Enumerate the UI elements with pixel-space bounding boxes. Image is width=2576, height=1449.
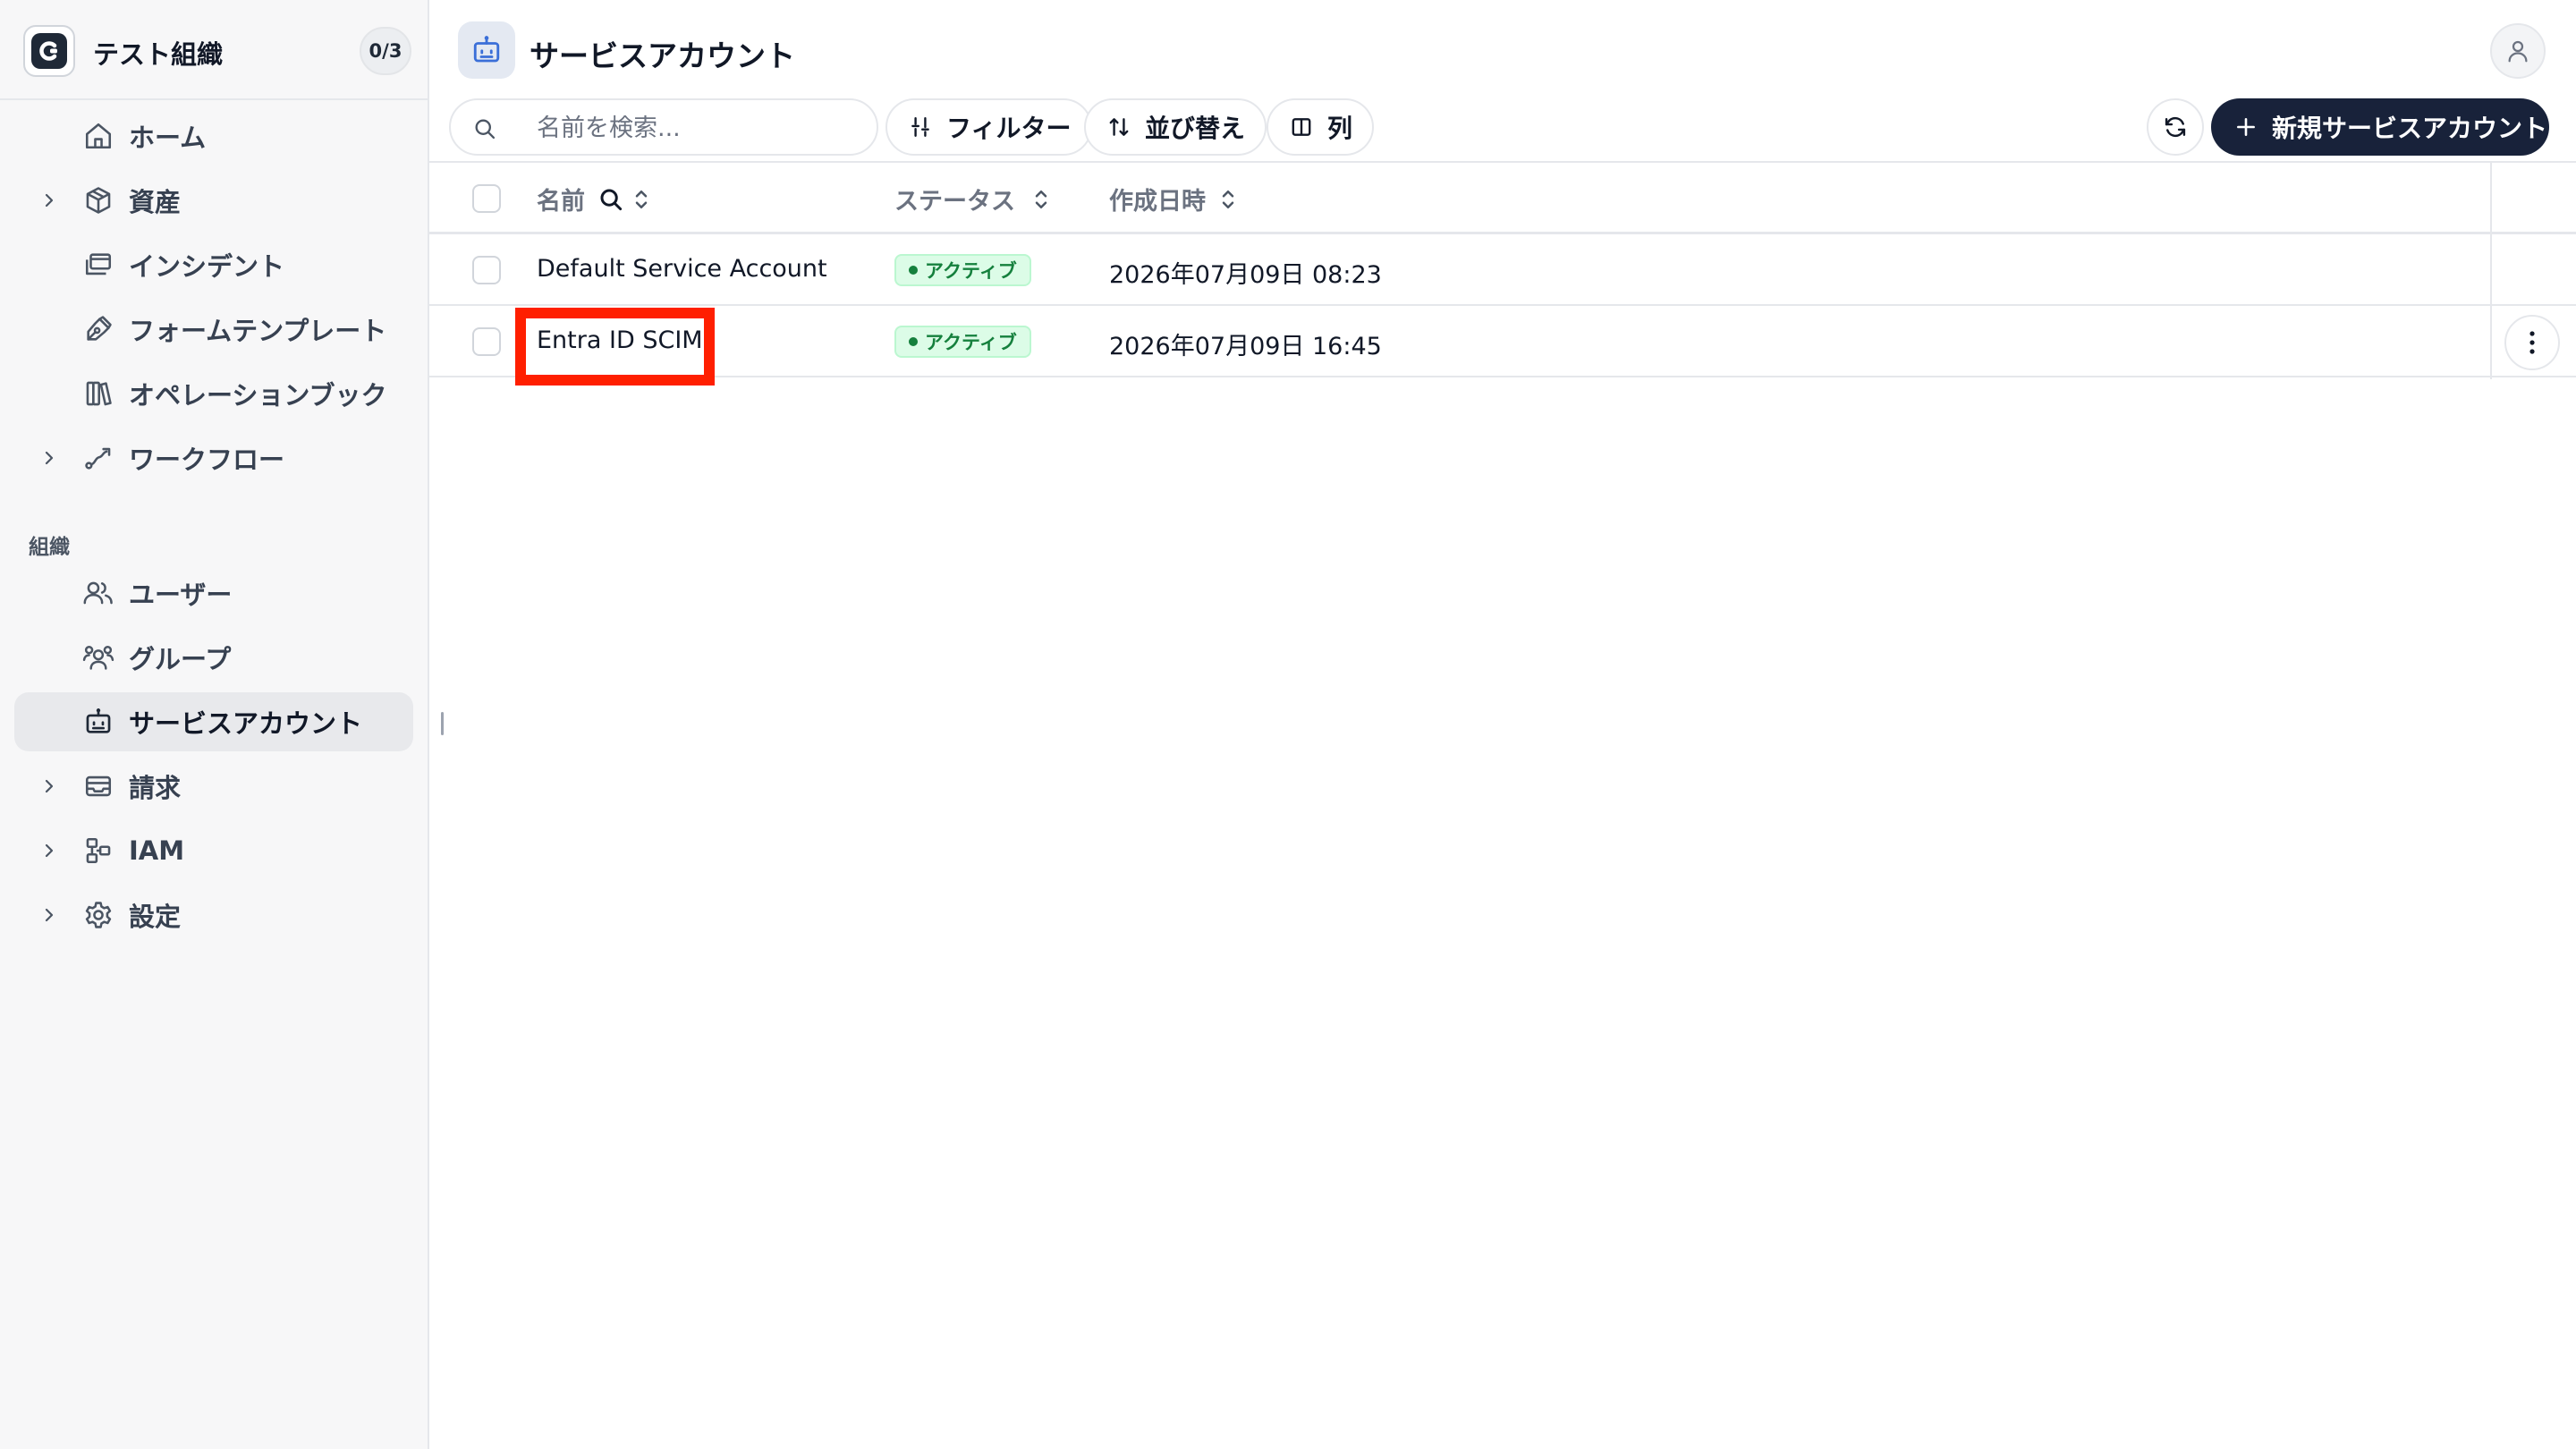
status-label: アクティブ [925, 332, 1017, 353]
sidebar-item-incidents[interactable]: インシデント [14, 235, 413, 294]
library-icon [80, 376, 116, 411]
sidebar-item-form-templates[interactable]: フォームテンプレート [14, 300, 413, 359]
sort-toggle-icon[interactable] [1031, 186, 1051, 213]
new-service-account-label: 新規サービスアカウント [2272, 114, 2548, 143]
sidebar-item-assets[interactable]: 資産 [14, 171, 413, 230]
column-header-created-at[interactable]: 作成日時 [1109, 182, 1238, 216]
sidebar-section-label: 組織 [29, 536, 70, 559]
sidebar-item-label: 資産 [129, 187, 182, 217]
filter-button[interactable]: フィルター [886, 98, 1093, 156]
status-dot-icon [909, 266, 918, 275]
chevron-right-icon[interactable] [39, 905, 59, 925]
more-vertical-icon [2529, 330, 2536, 355]
plus-icon [2233, 114, 2259, 140]
sort-button[interactable]: 並び替え [1084, 98, 1267, 156]
search-field[interactable] [449, 98, 878, 156]
sort-label: 並び替え [1145, 114, 1246, 143]
refresh-button[interactable] [2147, 98, 2204, 156]
sidebar-item-settings[interactable]: 設定 [14, 886, 413, 945]
home-icon [80, 118, 116, 154]
wallet-icon [80, 768, 116, 804]
group-icon [80, 640, 116, 675]
user-avatar-button[interactable] [2490, 23, 2546, 79]
sidebar-item-label: サービスアカウント [129, 708, 363, 739]
created-at: 2026年07月09日 08:23 [1109, 261, 1382, 289]
user-icon [2504, 38, 2531, 64]
bot-icon [458, 21, 515, 79]
search-icon [470, 114, 499, 143]
status-badge: アクティブ [894, 326, 1031, 358]
windows-icon [80, 247, 116, 283]
refresh-icon [2163, 114, 2188, 140]
sidebar-item-label: フォームテンプレート [129, 316, 387, 346]
search-icon[interactable] [597, 186, 624, 213]
sidebar-item-label: グループ [129, 644, 232, 674]
column-header-label: 名前 [537, 188, 585, 216]
chevron-right-icon[interactable] [39, 448, 59, 468]
sidebar: テスト組織 0/3 ホーム 資産 インシデント フォームテンプレート オペレーシ… [0, 0, 429, 1449]
filter-label: フィルター [946, 114, 1072, 143]
sidebar-item-label: ワークフロー [129, 445, 285, 475]
chevron-right-icon[interactable] [39, 776, 59, 796]
service-account-name[interactable]: Entra ID SCIM [537, 326, 703, 354]
columns-button[interactable]: 列 [1267, 98, 1375, 156]
sidebar-item-label: ユーザー [129, 580, 233, 610]
org-counter-badge: 0/3 [360, 27, 411, 75]
gear-icon [80, 897, 116, 933]
status-badge: アクティブ [894, 254, 1031, 286]
page-title: サービスアカウント [530, 38, 795, 73]
sliders-icon [907, 114, 934, 140]
sidebar-item-service-accounts[interactable]: サービスアカウント [14, 692, 413, 751]
sort-toggle-icon[interactable] [1218, 186, 1238, 213]
column-header-name[interactable]: 名前 [537, 182, 651, 216]
columns-label: 列 [1327, 114, 1353, 143]
table-row[interactable]: Default Service Account アクティブ 2026年07月09… [429, 234, 2576, 306]
row-checkbox[interactable] [472, 256, 501, 284]
row-actions-button[interactable] [2504, 315, 2560, 370]
actions-column-divider [2490, 161, 2492, 379]
status-label: アクティブ [925, 260, 1017, 282]
table-row[interactable]: Entra ID SCIM アクティブ 2026年07月09日 16:45 [429, 306, 2576, 377]
status-dot-icon [909, 337, 918, 346]
workflow-icon [80, 440, 116, 476]
sort-toggle-icon[interactable] [631, 186, 651, 213]
sidebar-item-iam[interactable]: IAM [14, 821, 413, 880]
column-header-label: ステータス [894, 188, 1015, 216]
users-icon [80, 575, 116, 611]
table-header-row: 名前 ステータス 作成日時 [429, 161, 2576, 234]
sidebar-item-home[interactable]: ホーム [14, 106, 413, 165]
new-service-account-button[interactable]: 新規サービスアカウント [2211, 98, 2549, 156]
box-icon [80, 182, 116, 218]
pen-tool-icon [80, 311, 116, 347]
row-checkbox[interactable] [472, 327, 501, 356]
service-account-name[interactable]: Default Service Account [537, 255, 827, 283]
sidebar-item-label: 設定 [129, 902, 182, 932]
sidebar-item-users[interactable]: ユーザー [14, 564, 413, 623]
sidebar-item-label: 請求 [129, 773, 182, 803]
sidebar-item-label: IAM [129, 835, 185, 866]
sidebar-item-label: インシデント [129, 251, 285, 282]
org-logo [23, 25, 75, 77]
chevron-right-icon[interactable] [39, 841, 59, 860]
columns-icon [1288, 114, 1315, 140]
bot-icon [80, 704, 116, 740]
sidebar-item-groups[interactable]: グループ [14, 628, 413, 687]
sidebar-item-operation-books[interactable]: オペレーションブック [14, 364, 413, 423]
search-input[interactable] [537, 109, 859, 147]
column-header-status[interactable]: ステータス [894, 182, 1051, 216]
sidebar-item-billing[interactable]: 請求 [14, 757, 413, 816]
iam-icon [80, 833, 116, 869]
column-header-label: 作成日時 [1109, 188, 1206, 216]
created-at: 2026年07月09日 16:45 [1109, 333, 1382, 360]
chevron-right-icon[interactable] [39, 191, 59, 210]
sidebar-item-label: オペレーションブック [129, 380, 387, 411]
org-switcher[interactable]: テスト組織 0/3 [0, 0, 428, 100]
sidebar-resize-handle[interactable] [441, 712, 444, 735]
sidebar-item-workflow[interactable]: ワークフロー [14, 428, 413, 487]
org-name: テスト組織 [93, 39, 224, 70]
sort-arrows-icon [1106, 114, 1132, 140]
select-all-checkbox[interactable] [472, 184, 501, 213]
sidebar-item-label: ホーム [129, 123, 207, 153]
